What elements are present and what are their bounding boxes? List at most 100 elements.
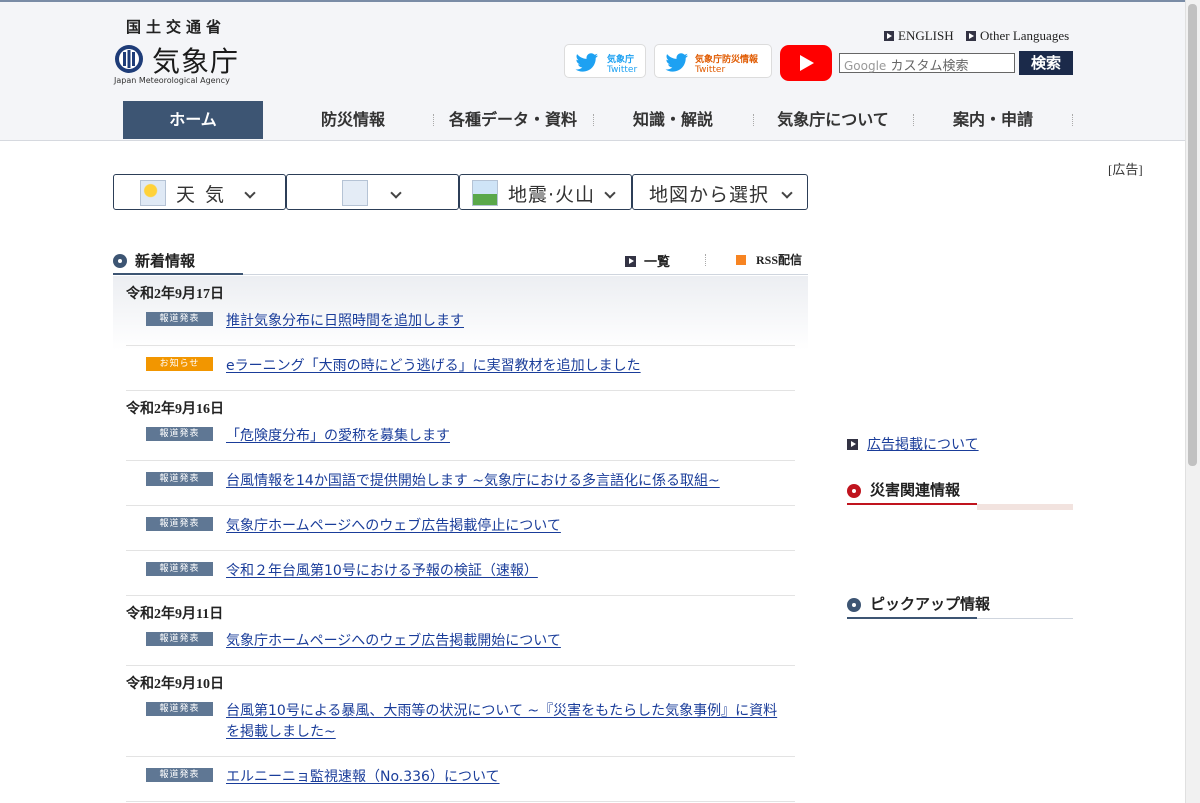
weather-dropdown-label: 天 気 — [176, 184, 227, 206]
snow-rain-icon — [342, 180, 368, 206]
other-languages-link[interactable]: Other Languages — [966, 28, 1069, 44]
badge-press: 報道発表 — [146, 702, 213, 716]
snow-rain-dropdown[interactable] — [286, 174, 459, 210]
badge-press: 報道発表 — [146, 472, 213, 486]
badge-press: 報道発表 — [146, 427, 213, 441]
news-link[interactable]: 台風第10号による暴風、大雨等の状況について ~『災害をもたらした気象事例』に資… — [226, 701, 777, 722]
row-divider — [126, 390, 795, 391]
separator — [705, 254, 706, 266]
row-divider — [126, 345, 795, 346]
jma-emblem-icon — [115, 45, 143, 73]
rss-label: RSS配信 — [756, 253, 803, 267]
english-link[interactable]: ENGLISH — [884, 28, 954, 44]
chevron-down-icon — [244, 187, 256, 199]
pickup-info-header: ピックアップ情報 — [847, 591, 1073, 619]
jma-logo[interactable]: 国土交通省 気象庁 Japan Meteorological Agency — [114, 16, 244, 88]
header-rule — [977, 504, 1073, 510]
news-link[interactable]: 推計気象分布に日照時間を追加します — [226, 311, 464, 332]
header-rule — [977, 618, 1073, 619]
scrollbar-thumb[interactable] — [1188, 4, 1197, 466]
pickup-info-title: ピックアップ情報 — [870, 595, 991, 613]
arrow-icon — [966, 31, 976, 41]
weather-dropdown[interactable]: 天 気 — [113, 174, 286, 210]
news-date: 令和2年9月17日 — [126, 287, 224, 302]
earthquake-volcano-dropdown[interactable]: 地震·火山 — [459, 174, 632, 210]
ad-info-label: 広告掲載について — [867, 437, 979, 453]
arrow-icon — [625, 256, 636, 267]
header-rule — [243, 274, 808, 275]
row-divider — [126, 550, 795, 551]
news-section-header: 新着情報 一覧 RSS配信 — [113, 246, 808, 276]
row-divider — [126, 460, 795, 461]
disaster-info-header: 災害関連情報 — [847, 477, 1073, 510]
badge-press: 報道発表 — [146, 768, 213, 782]
rss-link[interactable]: RSS配信 — [736, 251, 802, 268]
title-underline — [847, 617, 977, 619]
news-link[interactable]: 令和２年台風第10号における予報の検証（速報） — [226, 561, 538, 582]
search-input[interactable]: Google カスタム検索 — [839, 53, 1015, 74]
page-scrollbar[interactable] — [1185, 0, 1200, 803]
nav-about-jma[interactable]: 気象庁について — [753, 101, 913, 139]
news-date: 令和2年9月10日 — [126, 677, 224, 692]
news-link[interactable]: 台風情報を14か国語で提供開始します ~気象庁における多言語化に係る取組~ — [226, 471, 720, 492]
row-divider — [126, 801, 795, 802]
badge-press: 報道発表 — [146, 562, 213, 576]
other-languages-label: Other Languages — [980, 28, 1070, 43]
global-nav: ホーム 防災情報 各種データ・資料 知識・解説 気象庁について 案内・申請 — [110, 101, 1074, 139]
earthquake-volcano-label: 地震·火山 — [508, 184, 596, 206]
arrow-icon — [884, 31, 894, 41]
search-placeholder: カスタム検索 — [890, 59, 969, 74]
badge-notice: お知らせ — [146, 357, 213, 371]
ad-info-link[interactable]: 広告掲載について — [847, 434, 979, 454]
nav-knowledge[interactable]: 知識・解説 — [593, 101, 753, 139]
chevron-down-icon — [604, 187, 616, 199]
search-button[interactable]: 検索 — [1019, 51, 1073, 75]
news-date: 令和2年9月11日 — [126, 607, 224, 622]
news-link[interactable]: 「危険度分布」の愛称を募集します — [226, 426, 450, 447]
news-link[interactable]: 気象庁ホームページへのウェブ広告掲載停止について — [226, 516, 561, 537]
volcano-icon — [472, 180, 498, 206]
map-select-dropdown[interactable]: 地図から選択 — [632, 174, 808, 210]
ad-label: [広告] — [1108, 162, 1143, 177]
map-select-label: 地図から選択 — [649, 184, 770, 206]
title-underline — [847, 503, 977, 505]
badge-press: 報道発表 — [146, 632, 213, 646]
agency-name-en: Japan Meteorological Agency — [114, 76, 230, 85]
ministry-name: 国土交通省 — [126, 18, 227, 36]
row-divider — [126, 665, 795, 666]
twitter2-line2: Twitter — [695, 65, 726, 75]
chevron-down-icon — [781, 187, 793, 199]
title-underline — [113, 273, 243, 275]
news-link[interactable]: エルニーニョ監視速報（No.336）について — [226, 767, 500, 788]
disaster-info-title: 災害関連情報 — [870, 481, 961, 499]
news-link[interactable]: 気象庁ホームページへのウェブ広告掲載開始について — [226, 631, 561, 652]
english-link-label: ENGLISH — [898, 28, 954, 43]
bullet-icon — [847, 598, 861, 612]
news-list-link[interactable]: 一覧 — [625, 251, 670, 270]
news-link[interactable]: eラーニング「大雨の時にどう逃げる」に実習教材を追加しました — [226, 356, 641, 377]
row-divider — [126, 595, 795, 596]
row-divider — [126, 756, 795, 757]
twitter1-line1: 気象庁 — [607, 55, 635, 65]
google-brand: Google — [844, 59, 887, 73]
badge-press: 報道発表 — [146, 517, 213, 531]
twitter-bird-icon — [665, 53, 688, 72]
bullet-icon — [847, 484, 861, 498]
nav-home[interactable]: ホーム — [123, 101, 263, 139]
twitter2-line1: 気象庁防災情報 — [695, 55, 759, 65]
chevron-down-icon — [390, 187, 402, 199]
rss-icon — [736, 255, 746, 265]
bullet-icon — [113, 254, 127, 268]
badge-press: 報道発表 — [146, 312, 213, 326]
twitter-disaster-button[interactable]: 気象庁防災情報 Twitter — [654, 44, 772, 78]
news-link-continued[interactable]: を掲載しました~ — [226, 722, 336, 743]
nav-data-materials[interactable]: 各種データ・資料 — [433, 101, 593, 139]
twitter-jma-button[interactable]: 気象庁 Twitter — [564, 44, 646, 78]
news-date: 令和2年9月16日 — [126, 402, 224, 417]
nav-guide-application[interactable]: 案内・申請 — [913, 101, 1073, 139]
news-list-label: 一覧 — [644, 255, 671, 270]
youtube-icon[interactable] — [780, 45, 832, 81]
agency-name-jp: 気象庁 — [152, 45, 240, 78]
arrow-icon — [847, 439, 858, 450]
nav-disaster-info[interactable]: 防災情報 — [273, 101, 433, 139]
